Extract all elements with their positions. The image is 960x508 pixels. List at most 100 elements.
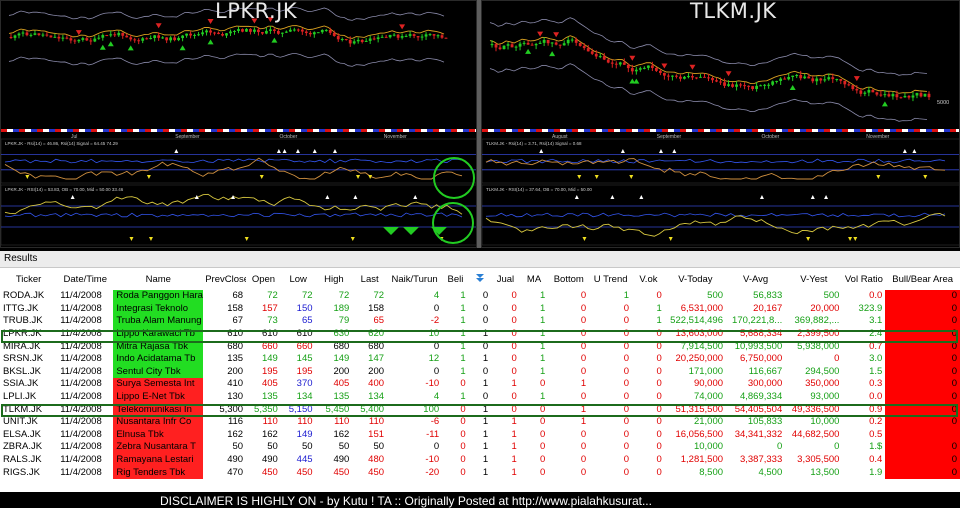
table-row[interactable]: TRUB.JK 11/4/2008 Truba Alam Manung 67 73 65 7… [0,315,960,328]
cell-vok: 0 [656,340,662,352]
candle-body [73,40,77,42]
column-header[interactable]: Last [352,268,388,290]
table-row[interactable]: MIRA.JK 11/4/2008 Mitra Rajasa Tbk 680 660 66… [0,340,960,353]
column-header[interactable]: Low [280,268,316,290]
table-row[interactable]: ITTG.JK 11/4/2008 Integrasi Teknolo 158 157 1… [0,302,960,316]
indicator-label: LPKR.JK - Rsi(14) = 46.86, Rsi(14) Signa… [5,141,118,146]
sort-arrow-icon[interactable] [468,268,492,290]
candle-body [606,59,610,63]
cell-chg: 4 [433,391,440,403]
table-row[interactable]: UNIT.JK 11/4/2008 Nusantara Infr Co 116 110 1… [0,415,960,429]
table-row[interactable]: TLKM.JK 11/4/2008 Telekomunikasi In 5,300 5,… [0,403,960,416]
cell-last: 620 [368,328,385,340]
cell-ma: 1 [540,315,546,327]
column-header[interactable]: High [315,268,353,290]
cell-ticker: MIRA.JK [3,340,41,352]
month-strip [788,129,794,132]
month-strip [692,129,698,132]
column-header[interactable]: V-Avg [726,268,786,290]
month-strip [698,129,704,132]
cell-vok: 0 [656,378,662,390]
candle-body [141,38,145,41]
column-header[interactable]: MA [519,268,549,290]
candle-body [602,56,606,60]
month-strip [542,129,548,132]
cell-jual: 1 [511,416,517,428]
cell-jual: 1 [511,454,517,466]
column-header[interactable]: V.ok [632,268,665,290]
cell-jual: 0 [511,290,517,302]
cell-bottom: 0 [580,428,587,440]
table-row[interactable]: BKSL.JK 11/4/2008 Sentul City Tbk 200 195 195… [0,365,960,379]
chart-panel-tlkm[interactable]: August September October November TLKM.JK - … [481,0,960,248]
column-header[interactable]: V-Yest [785,268,843,290]
cell-high: 79 [338,315,350,327]
cell-jual: 0 [511,391,517,403]
table-row[interactable]: ELSA.JK 11/4/2008 Elnusa Tbk 162 162 149 162 15… [0,428,960,442]
column-header[interactable]: Ticker [0,268,58,290]
candle-body [380,36,384,38]
chart-panel-lpkr[interactable]: Jul September October November LPKR.JK - Rsi… [0,0,477,248]
cell-ticker: SRSN.JK [3,353,44,365]
cell-ticker: SSIA.JK [3,378,39,390]
month-strip [115,129,121,132]
cell-open: 660 [261,340,278,352]
month-strip [451,129,457,132]
column-header[interactable]: Open [246,268,281,290]
table-row[interactable]: LPLI.JK 11/4/2008 Lippo E-Net Tbk 130 135 134… [0,390,960,404]
month-strip [848,129,854,132]
table-row[interactable]: SSIA.JK 11/4/2008 Surya Semesta Int 410 405 3… [0,378,960,391]
candle-body [498,47,502,50]
cell-name: Roda Panggon Hara [113,290,204,303]
column-header[interactable]: Bottom [548,268,590,290]
column-header[interactable]: Date/Time [57,268,114,290]
column-header[interactable]: V-Today [664,268,727,290]
column-header[interactable]: Jual [491,268,520,290]
table-row[interactable]: LPKR.JK 11/4/2008 Lippo Karawaci Tb 610 610 6… [0,327,960,341]
candle-body [17,33,21,36]
table-row[interactable]: RIGS.JK 11/4/2008 Rig Tenders Tbk 470 450 450… [0,466,960,479]
buy-arrow-icon [207,39,214,45]
table-row[interactable]: SRSN.JK 11/4/2008 Indo Acidatama Tb 135 149 1… [0,352,960,366]
candle-body [257,29,260,33]
cell-date: 11/4/2008 [60,378,102,390]
cell-utrend: 0 [623,441,630,453]
candle-body [169,37,173,41]
cell-name: Zebra Nusantara T [113,441,204,454]
cell-vok: 0 [656,365,662,377]
column-header[interactable]: Bull/Bear Area [885,268,960,290]
cell-jual: 1 [511,378,517,390]
cell-vavg: 116,667 [748,365,783,377]
month-strip [427,129,433,132]
column-header[interactable]: Name [113,268,204,290]
candle-body [626,64,630,69]
column-header[interactable]: Naik/Turun [387,268,443,290]
table-row[interactable]: ZBRA.JK 11/4/2008 Zebra Nusantara T 50 50 50 5… [0,441,960,454]
table-row[interactable]: RODA.JK 11/4/2008 Roda Panggon Hara 68 72 72 7… [0,290,960,303]
candle-body [312,32,316,35]
month-strip [295,129,301,132]
cell-jual: 0 [511,315,517,327]
column-header[interactable]: PrevClose [203,268,247,290]
month-strip [872,129,878,132]
month-strip [602,129,608,132]
cell-bb: 0 [885,378,960,391]
cell-x: 0 [482,340,489,352]
cell-low: 450 [296,466,313,478]
cell-vtoday: 171,000 [688,365,724,377]
cell-x: 1 [482,353,489,365]
candle-body [280,32,284,34]
cell-bottom: 0 [580,315,587,327]
cell-last: 680 [368,340,385,352]
cell-jual: 1 [511,428,517,440]
cell-high: 135 [333,391,350,403]
month-strip [926,129,932,132]
candle-body [771,81,775,85]
column-header[interactable]: U Trend [589,268,633,290]
month-strip [463,129,469,132]
month-strip [878,129,884,132]
month-strip [944,129,950,132]
table-row[interactable]: RALS.JK 11/4/2008 Ramayana Lestari 490 490 44… [0,453,960,467]
column-header[interactable]: Beli [442,268,469,290]
column-header[interactable]: Vol Ratio [842,268,886,290]
